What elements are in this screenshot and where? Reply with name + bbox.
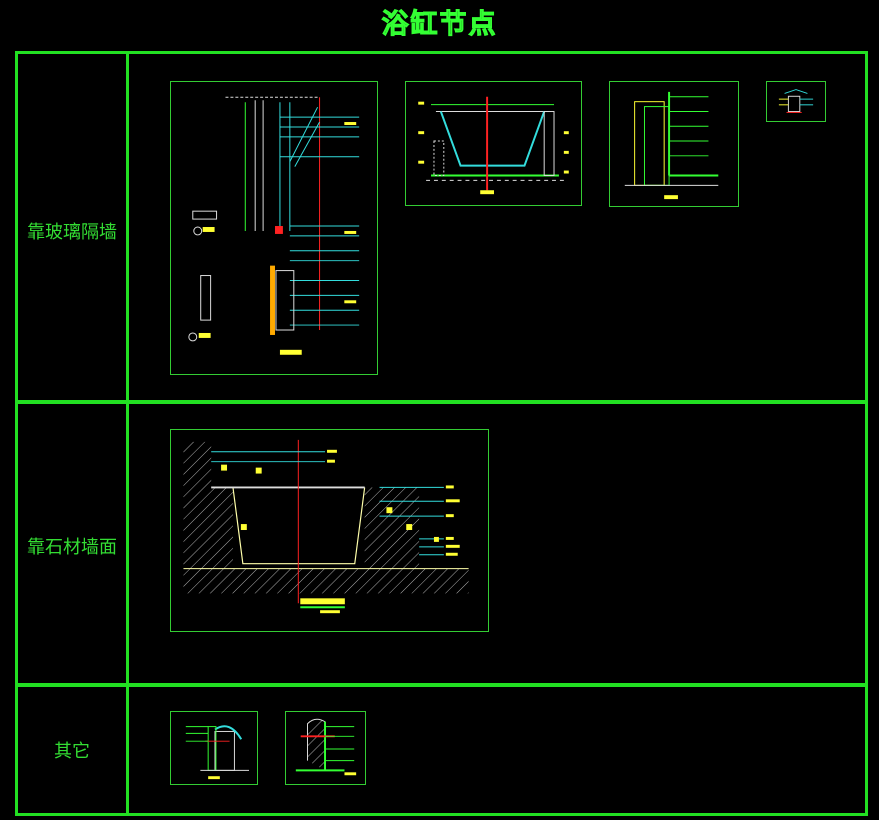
drawing-thumb-bathtub-section[interactable] [405, 81, 582, 206]
tub-lip-detail-b-drawing [295, 718, 357, 776]
drawing-thumb-glass-wall-section[interactable] [170, 81, 378, 375]
row-label-glass-wall: 靠玻璃隔墙 [27, 222, 117, 243]
glass-wall-section-drawing [188, 96, 360, 355]
row-divider-1 [15, 400, 868, 404]
drawing-thumb-tub-lip-b[interactable] [285, 711, 366, 785]
row-divider-2 [15, 683, 868, 687]
drawing-title: 浴缸节点 [381, 9, 498, 41]
drawing-thumb-tub-edge-section[interactable] [609, 81, 739, 207]
label-column-divider [126, 51, 129, 816]
bathtub-section-drawing [418, 96, 569, 195]
stone-wall-bathtub-drawing [183, 439, 469, 614]
drawing-thumb-tub-lip-a[interactable] [170, 711, 258, 785]
drawing-thumb-small-edge-detail[interactable] [766, 81, 826, 122]
tub-edge-section-drawing [624, 91, 719, 200]
row-label-other: 其它 [54, 741, 90, 762]
small-edge-detail-drawing [778, 89, 814, 113]
tub-lip-detail-a-drawing [185, 725, 250, 780]
row-label-stone-wall: 靠石材墙面 [27, 537, 117, 558]
drawing-thumb-stone-wall-bathtub[interactable] [170, 429, 489, 632]
